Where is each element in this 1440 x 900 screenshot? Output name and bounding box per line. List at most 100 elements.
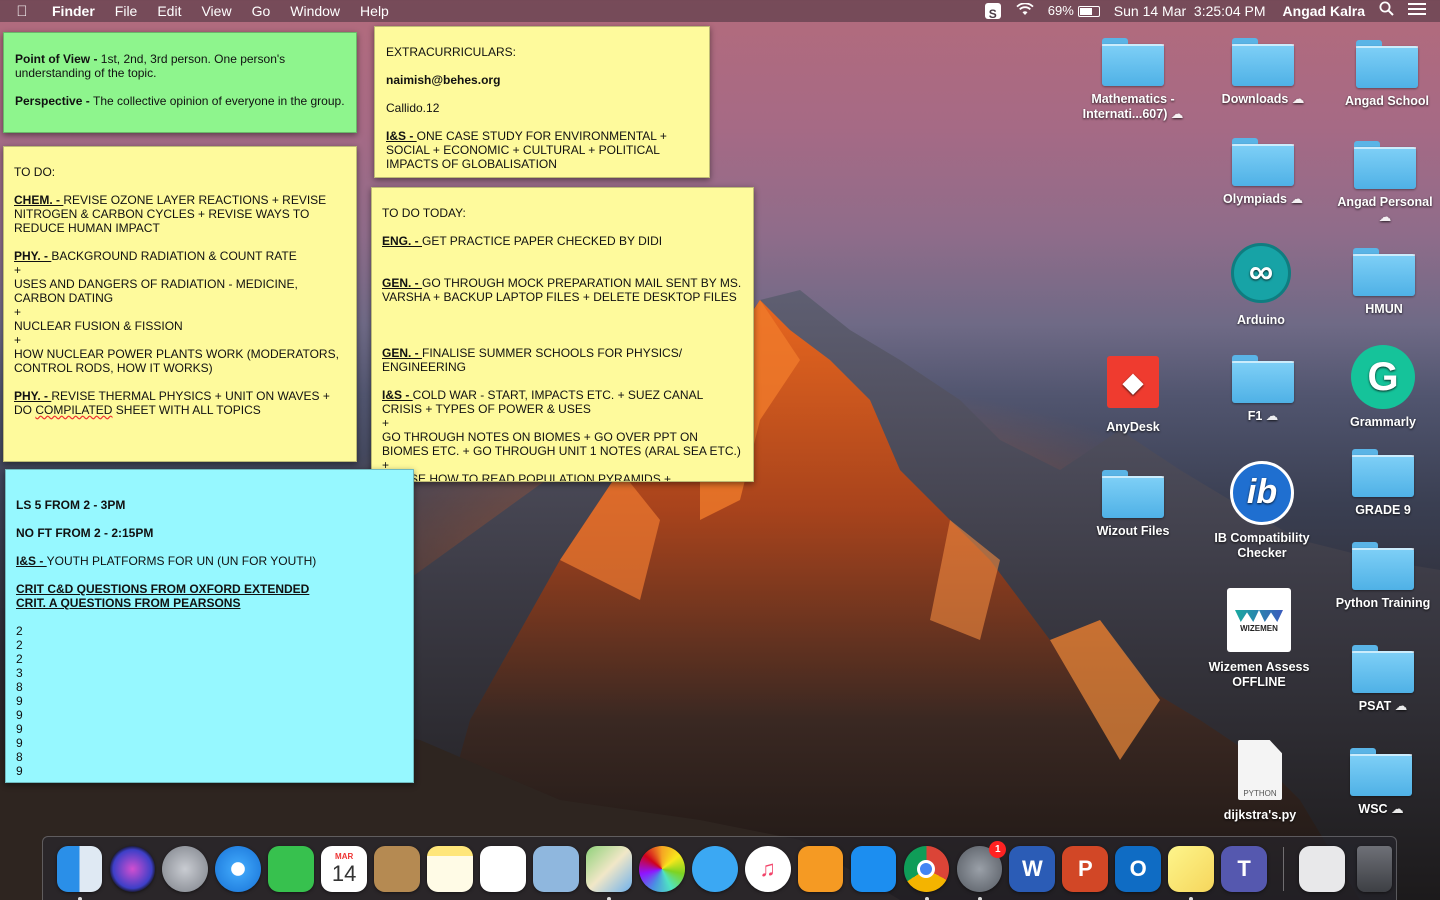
todo-phy-1: PHY. - BACKGROUND RADIATION & COUNT RATE — [14, 249, 297, 263]
dock-separator — [1282, 846, 1284, 891]
desktop-folder-grade-9[interactable]: GRADE 9 — [1328, 449, 1438, 518]
calendar-day: 14 — [331, 860, 357, 886]
extra-email: naimish@behes.org — [386, 73, 501, 87]
maps-icon[interactable] — [585, 845, 632, 900]
todo-plus: + — [14, 305, 22, 319]
menu-bar:  Finder File Edit View Go Window Help S… — [0, 0, 1440, 22]
dock: MAR 14 ♫ 1 W P O T — [42, 836, 1397, 900]
app-store-icon[interactable] — [850, 845, 897, 892]
contacts-icon[interactable] — [374, 845, 420, 892]
desktop-app-anydesk[interactable]: ◆ AnyDesk — [1078, 356, 1188, 435]
launchpad-icon[interactable] — [162, 845, 209, 892]
downloads-stack-icon[interactable] — [1299, 845, 1345, 892]
music-icon[interactable]: ♫ — [744, 845, 791, 892]
desktop-folder-olympiads[interactable]: Olympiads ☁ — [1208, 138, 1318, 207]
menu-go[interactable]: Go — [242, 0, 281, 22]
reminders-icon[interactable] — [480, 845, 526, 892]
menu-file[interactable]: File — [105, 0, 148, 22]
menu-view[interactable]: View — [191, 0, 241, 22]
books-icon[interactable] — [797, 845, 844, 892]
word-icon[interactable]: W — [1009, 845, 1056, 892]
perspective-line: Perspective - The collective opinion of … — [15, 94, 345, 108]
desktop-folder-hmun[interactable]: HMUN — [1329, 248, 1439, 317]
desktop-folder-wsc[interactable]: WSC ☁ — [1326, 748, 1436, 817]
ls-number-list: 2 2 2 3 8 9 9 9 9 8 9 — [16, 624, 403, 778]
chrome-icon[interactable] — [903, 845, 950, 900]
desktop-folder-angad-school[interactable]: Angad School — [1332, 40, 1440, 109]
sticky-note-todo[interactable]: TO DO: CHEM. - REVISE OZONE LAYER REACTI… — [3, 146, 357, 462]
desktop-file-dijkstra[interactable]: PYTHON dijkstra's.py — [1205, 740, 1315, 823]
sticky-note-pov[interactable]: Point of View - 1st, 2nd, 3rd person. On… — [3, 32, 357, 133]
battery-icon[interactable] — [1077, 5, 1100, 17]
sticky-note-ls[interactable]: LS 5 FROM 2 - 3PM NO FT FROM 2 - 2:15PM … — [5, 469, 414, 783]
desktop-folder-mathematics[interactable]: Mathematics - Internati...607) ☁ — [1078, 38, 1188, 122]
battery-percentage[interactable]: 69% — [1041, 0, 1074, 22]
calendar-icon[interactable]: MAR 14 — [321, 845, 368, 892]
desktop-app-wizemen[interactable]: WIZEMEN Wizemen Assess OFFLINE — [1204, 588, 1314, 690]
desktop-folder-angad-personal[interactable]: Angad Personal ☁ — [1330, 141, 1440, 225]
outlook-icon[interactable]: O — [1115, 845, 1162, 892]
icloud-icon: ☁ — [1291, 92, 1305, 106]
python-file-icon: PYTHON — [1238, 740, 1282, 800]
menu-finder[interactable]: Finder — [44, 0, 105, 22]
photos-icon[interactable] — [638, 845, 685, 892]
finder-icon[interactable] — [56, 845, 103, 900]
clock[interactable]: Sun 14 Mar 3:25:04 PM — [1100, 0, 1273, 22]
siri-icon[interactable] — [109, 845, 156, 892]
menu-help[interactable]: Help — [350, 0, 399, 22]
folder-icon — [1102, 470, 1164, 518]
todo-uses: USES AND DANGERS OF RADIATION - MEDICINE… — [14, 277, 298, 305]
menu-window[interactable]: Window — [280, 0, 350, 22]
ls-crit-1: CRIT C&D QUESTIONS FROM OXFORD EXTENDED — [16, 582, 310, 596]
teams-icon[interactable]: T — [1221, 845, 1267, 892]
desktop-folder-f1[interactable]: F1 ☁ — [1208, 355, 1318, 424]
wizemen-icon: WIZEMEN — [1227, 588, 1291, 652]
today-pyramids: REVISE HOW TO READ POPULATION PYRAMIDS + — [382, 472, 672, 482]
notification-center-icon[interactable] — [1401, 0, 1440, 22]
notes-icon[interactable] — [427, 845, 473, 892]
folder-icon — [1232, 138, 1294, 186]
messages-icon[interactable] — [691, 845, 738, 892]
status-app-icon[interactable]: S — [984, 3, 1001, 21]
facetime-icon[interactable] — [268, 845, 315, 892]
sticky-note-extracurriculars[interactable]: EXTRACURRICULARS: naimish@behes.org Call… — [374, 26, 710, 178]
today-biomes: GO THROUGH NOTES ON BIOMES + GO OVER PPT… — [382, 430, 741, 458]
wifi-icon[interactable] — [1009, 0, 1041, 22]
todo-plus: + — [14, 263, 22, 277]
folder-icon — [1352, 645, 1414, 693]
today-is: I&S - COLD WAR - START, IMPACTS ETC. + S… — [382, 388, 703, 416]
grammarly-icon: G — [1351, 345, 1415, 409]
stickies-icon[interactable] — [1168, 845, 1215, 900]
desktop-folder-wizout-files[interactable]: Wizout Files — [1078, 470, 1188, 539]
calendar-month: MAR — [335, 851, 354, 861]
system-preferences-icon[interactable]: 1 — [956, 840, 1007, 900]
folder-icon — [1352, 449, 1414, 497]
desktop-app-ib-checker[interactable]: ib IB Compatibility Checker — [1207, 461, 1317, 561]
desktop-app-arduino[interactable]: ∞ Arduino — [1206, 243, 1316, 328]
today-gen-2: GEN. - FINALISE SUMMER SCHOOLS FOR PHYSI… — [382, 346, 683, 374]
spotlight-search-icon[interactable] — [1372, 0, 1401, 22]
user-name[interactable]: Angad Kalra — [1273, 0, 1372, 22]
icloud-icon: ☁ — [1265, 409, 1279, 423]
folder-icon — [1232, 355, 1294, 403]
ls-number: 3 — [16, 666, 23, 680]
desktop-folder-downloads[interactable]: Downloads ☁ — [1208, 38, 1318, 107]
folder-icon — [1350, 748, 1412, 796]
desktop-app-grammarly[interactable]: G Grammarly — [1328, 345, 1438, 430]
safari-icon[interactable] — [215, 845, 262, 892]
icloud-icon: ☁ — [1290, 192, 1303, 206]
ls-crit-2: CRIT. A QUESTIONS FROM PEARSONS — [16, 596, 241, 610]
folder-icon — [1102, 38, 1164, 86]
extra-title: EXTRACURRICULARS: — [386, 45, 517, 59]
preview-icon[interactable] — [533, 845, 579, 892]
menu-edit[interactable]: Edit — [147, 0, 191, 22]
folder-icon — [1354, 141, 1416, 189]
todo-power: HOW NUCLEAR POWER PLANTS WORK (MODERATOR… — [14, 347, 339, 375]
ls-number: 9 — [16, 736, 23, 750]
apple-menu-icon[interactable]:  — [0, 3, 44, 20]
desktop-folder-python-training[interactable]: Python Training — [1328, 542, 1438, 611]
sticky-note-todo-today[interactable]: TO DO TODAY: ENG. - GET PRACTICE PAPER C… — [371, 187, 754, 482]
powerpoint-icon[interactable]: P — [1062, 845, 1109, 892]
desktop-folder-psat[interactable]: PSAT ☁ — [1328, 645, 1438, 714]
trash-icon[interactable] — [1356, 845, 1393, 892]
